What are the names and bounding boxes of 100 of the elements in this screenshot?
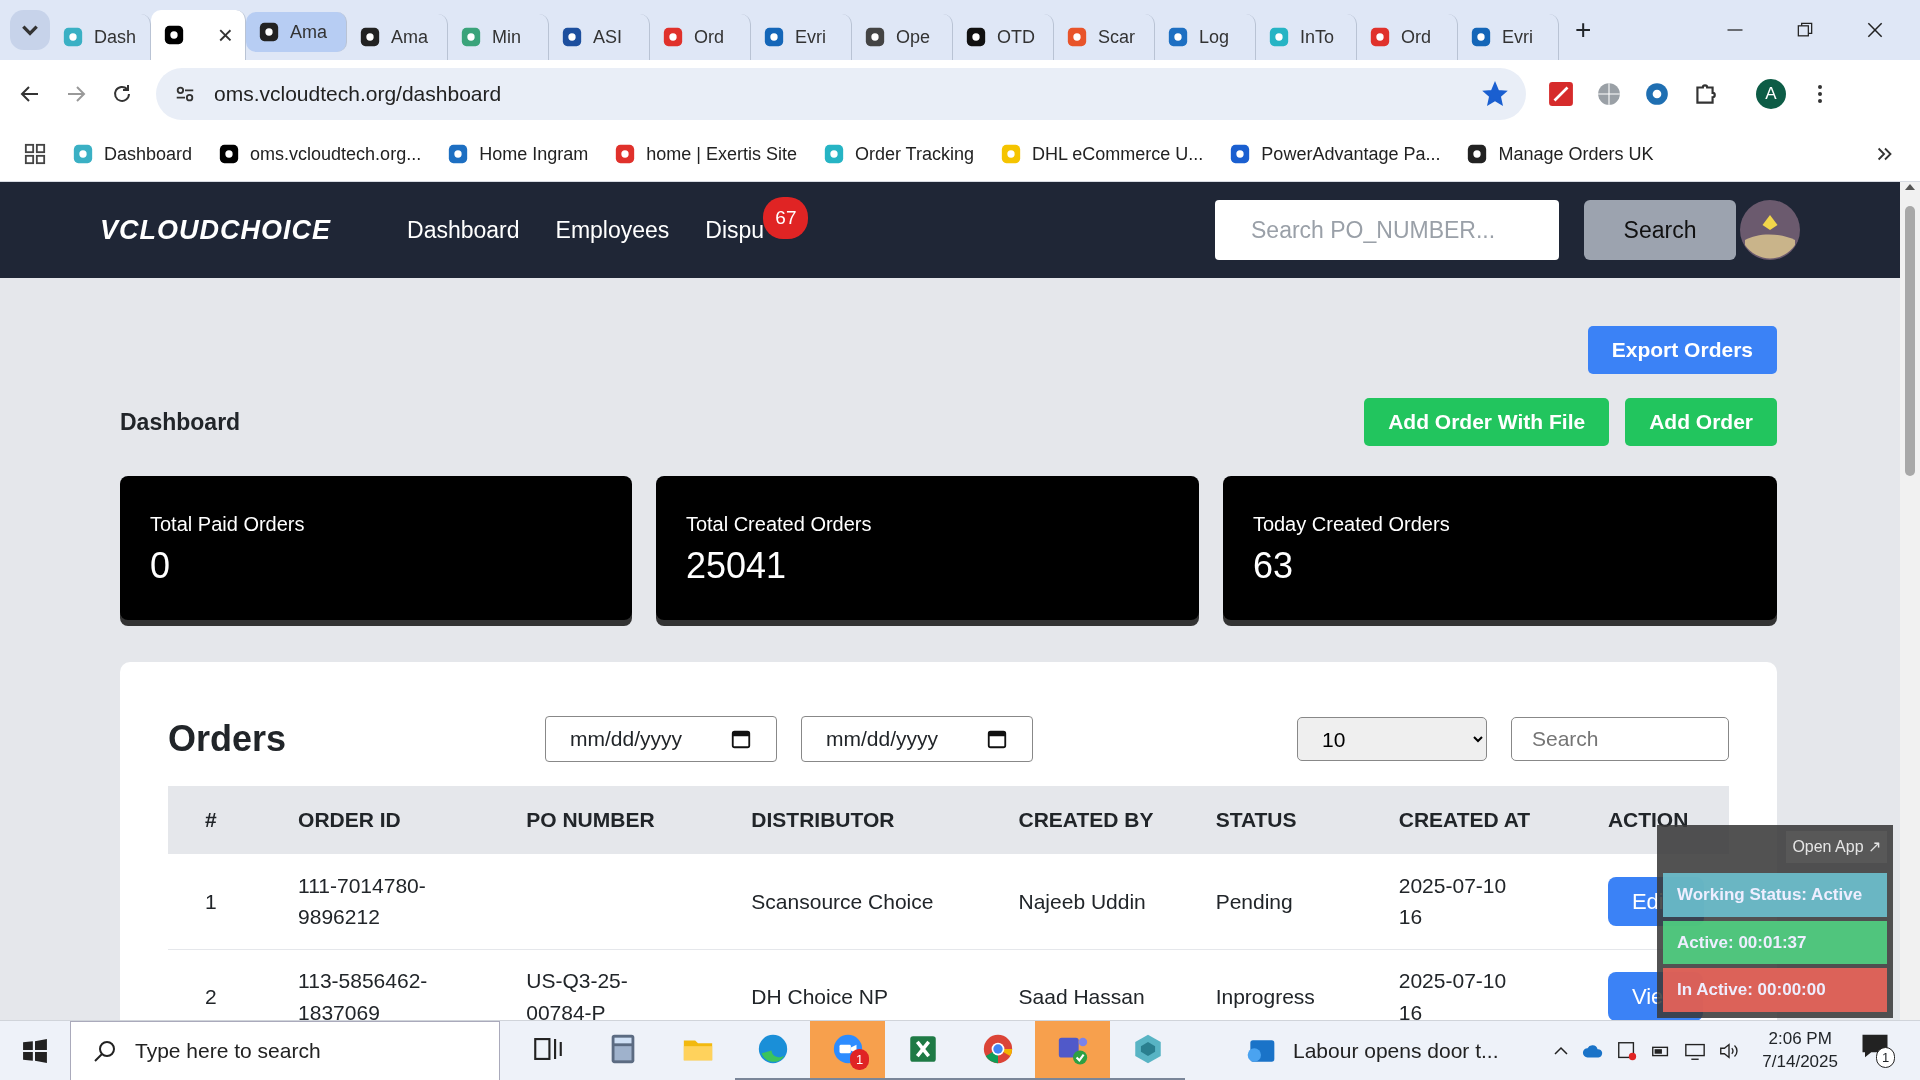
table-cell-text: Inprogress	[1215, 983, 1315, 1010]
browser-tab[interactable]: ×	[151, 10, 246, 60]
favicon-icon	[1167, 26, 1189, 48]
favicon-icon	[359, 26, 381, 48]
favicon-icon	[1268, 26, 1290, 48]
logo: VCLOUDCHOICE	[100, 213, 331, 247]
windows-start-icon[interactable]	[22, 1037, 48, 1064]
open-app-link[interactable]: Open App ↗	[1786, 831, 1887, 863]
search-field[interactable]: Search	[1511, 717, 1729, 761]
page-title: Dashboard	[120, 407, 241, 437]
favicon-icon	[62, 26, 84, 48]
export-orders-button[interactable]: Export Orders	[1587, 326, 1777, 374]
new-tab-button[interactable]: +	[1575, 9, 1592, 51]
url-text: oms.vcloudtech.org/dashboard	[214, 80, 503, 107]
favicon-icon	[258, 21, 280, 43]
favicon-icon	[1000, 143, 1022, 165]
favicon-icon	[1470, 26, 1492, 48]
news-widget[interactable]: Labour opens door t...	[1245, 1034, 1499, 1067]
stat-value: 25041	[685, 544, 787, 588]
clock-date[interactable]: 7/14/2025	[1762, 1050, 1838, 1073]
stat-label: Today Created Orders	[1252, 512, 1451, 537]
favicon-icon	[1229, 143, 1252, 165]
favicon-icon	[965, 26, 987, 48]
close-icon[interactable]	[1865, 20, 1885, 40]
user-avatar[interactable]	[1740, 200, 1800, 260]
clock-time[interactable]: 2:06 PM	[1762, 1028, 1838, 1051]
taskbar-search-field[interactable]: Type here to search	[70, 1020, 500, 1080]
table-cell-text: 2	[205, 983, 217, 1010]
stat-value: 63	[1252, 544, 1294, 588]
profile-avatar[interactable]: A	[1756, 78, 1786, 109]
column-header: CREATED BY	[1018, 808, 1154, 832]
table-cell-text: US-Q3-25-00784-P	[526, 968, 629, 1020]
calendar-icon	[730, 728, 752, 750]
close-tab-button[interactable]: ×	[217, 15, 233, 55]
calendar-icon	[986, 728, 1008, 750]
bookmark-link[interactable]: oms.vcloudtech.org...	[250, 140, 422, 168]
column-header: DISTRIBUTOR	[751, 808, 895, 832]
favicon-icon	[614, 143, 637, 165]
stat-label: Total Paid Orders	[150, 512, 306, 537]
column-header: PO NUMBER	[526, 808, 655, 832]
tray-app-icon[interactable]	[1616, 1039, 1639, 1062]
table-cell-text: 1	[205, 888, 217, 915]
status-bar: Working Status: Active	[1663, 873, 1887, 917]
table-cell-text: 113-5856462-1837069	[298, 968, 429, 1020]
bookmark-link[interactable]: home | Exertis Site	[646, 140, 797, 168]
bookmark-link[interactable]: Order Tracking	[854, 140, 974, 168]
taskbar-app[interactable]: 1	[810, 1020, 885, 1080]
favicon-icon	[561, 26, 583, 48]
inactive-timer: In Active: 00:00:00	[1663, 968, 1887, 1012]
table-cell-text: 2025-07-10 16	[1398, 968, 1508, 1020]
scrollbar-thumb[interactable]	[1905, 206, 1915, 476]
notification-badge: 1	[850, 1048, 870, 1070]
page-size-select[interactable]: 10	[1297, 717, 1487, 761]
globe-icon[interactable]	[1596, 80, 1622, 107]
bookmark-link[interactable]: DHL eCommerce U...	[1032, 140, 1204, 168]
table-cell-text: Pending	[1215, 888, 1293, 915]
favicon-icon	[447, 143, 470, 165]
browser-tab[interactable]: Ama	[246, 12, 347, 52]
apps-grid-icon[interactable]	[24, 143, 46, 165]
column-header: CREATED AT	[1398, 808, 1531, 832]
favicon-icon	[864, 26, 886, 48]
table-cell-text: 2025-07-10 16	[1398, 872, 1508, 931]
search-field[interactable]: Search PO_NUMBER...	[1215, 200, 1559, 260]
column-header: STATUS	[1215, 808, 1297, 832]
stat-value: 0	[150, 544, 172, 588]
notification-badge: 67	[763, 196, 809, 240]
bookmark-star-icon[interactable]	[1482, 80, 1508, 107]
favicon-icon	[662, 26, 684, 48]
date-field[interactable]: mm/dd/yyyy	[801, 716, 1033, 762]
notification-center[interactable]: 1	[1860, 1030, 1900, 1071]
favicon-icon	[1369, 26, 1391, 48]
table-cell-text: Najeeb Uddin	[1018, 888, 1146, 915]
table-cell-text: DH Choice NP	[751, 983, 888, 1010]
favicon-icon	[1466, 143, 1489, 165]
stat-label: Total Created Orders	[685, 512, 873, 537]
address-bar[interactable]: oms.vcloudtech.org/dashboard	[156, 67, 1526, 120]
nav-link[interactable]: Dispu	[705, 216, 765, 243]
favicon-icon	[72, 143, 94, 165]
pdf-extension-icon[interactable]	[1548, 80, 1574, 107]
active-timer: Active: 00:01:37	[1663, 920, 1887, 964]
favicon-icon	[163, 24, 185, 46]
favicon-icon	[822, 143, 845, 165]
bookmark-link[interactable]: Home Ingram	[479, 140, 589, 168]
extension-icon[interactable]	[1644, 80, 1670, 107]
section-title: Orders	[168, 717, 288, 761]
date-field[interactable]: mm/dd/yyyy	[545, 716, 777, 762]
favicon-icon	[460, 26, 482, 48]
bookmark-link[interactable]: Manage Orders UK	[1498, 140, 1654, 168]
table-cell-text: Scansource Choice	[751, 888, 934, 915]
column-header: ORDER ID	[298, 808, 401, 832]
bookmark-link[interactable]: PowerAdvantage Pa...	[1261, 140, 1441, 168]
nav-link[interactable]: Employees	[555, 212, 670, 248]
tab-search-icon[interactable]	[10, 10, 50, 50]
table-cell-text: 111-7014780-9896212	[298, 872, 427, 931]
favicon-icon	[763, 26, 785, 48]
notification-count: 1	[1876, 1046, 1896, 1068]
nav-link[interactable]: Dashboard	[407, 212, 520, 248]
search-button[interactable]: Search	[1584, 200, 1736, 260]
bookmark-link[interactable]: Dashboard	[104, 140, 193, 168]
column-header: ACTION	[1607, 808, 1689, 832]
